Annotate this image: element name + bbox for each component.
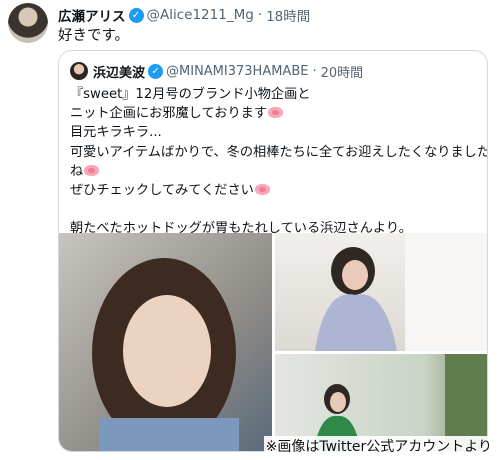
quoted-text: 『sweet』12月号のブランド小物企画と ニット企画にお邪魔しております 目元… <box>70 85 488 239</box>
quoted-line <box>70 200 480 219</box>
separator-dot: · <box>312 64 317 79</box>
quoted-header: 浜辺美波 ✓ @MINAMI373HAMABE · 20時間 <box>93 62 363 81</box>
quoted-line: ね <box>70 162 480 181</box>
quoted-time: 20時間 <box>320 66 364 81</box>
quoted-avatar <box>70 62 88 80</box>
quoted-line: 目元キラキラ... <box>70 125 162 141</box>
photo-knit[interactable] <box>275 233 487 351</box>
quoted-author-name: 浜辺美波 <box>93 66 146 81</box>
tweet-header: 広瀬アリス ✓ @Alice1211_Mg · 18時間 <box>58 5 310 25</box>
photo-portrait[interactable] <box>59 233 272 451</box>
quoted-line: ぜひチェックしてみてください <box>70 181 480 200</box>
tweet-text: 好きです。 <box>58 28 130 44</box>
tweet-time[interactable]: 18時間 <box>266 5 310 25</box>
verified-badge-icon: ✓ <box>148 64 164 79</box>
verified-badge-icon: ✓ <box>128 7 144 23</box>
pig-face-emoji <box>268 107 284 119</box>
quoted-author-handle: @MINAMI373HAMABE <box>166 64 309 79</box>
pig-face-emoji <box>254 184 270 196</box>
quoted-line: 可愛いアイテムばかりで、冬の相棒たちに全てお迎えしたくなりました <box>70 144 488 160</box>
separator-dot: · <box>257 7 263 23</box>
avatar[interactable] <box>8 3 48 43</box>
quoted-line: 『sweet』12月号のブランド小物企画と <box>70 87 311 102</box>
quoted-tweet-card[interactable]: 浜辺美波 ✓ @MINAMI373HAMABE · 20時間 『sweet』12… <box>58 50 488 452</box>
media-grid <box>59 233 487 451</box>
image-credit-note: ※画像はTwitter公式アカウントより <box>263 436 494 456</box>
pig-face-emoji <box>84 164 100 176</box>
quoted-line: ニット企画にお邪魔しております <box>70 104 480 123</box>
author-name[interactable]: 広瀬アリス <box>58 5 126 25</box>
author-handle[interactable]: @Alice1211_Mg <box>147 7 254 23</box>
